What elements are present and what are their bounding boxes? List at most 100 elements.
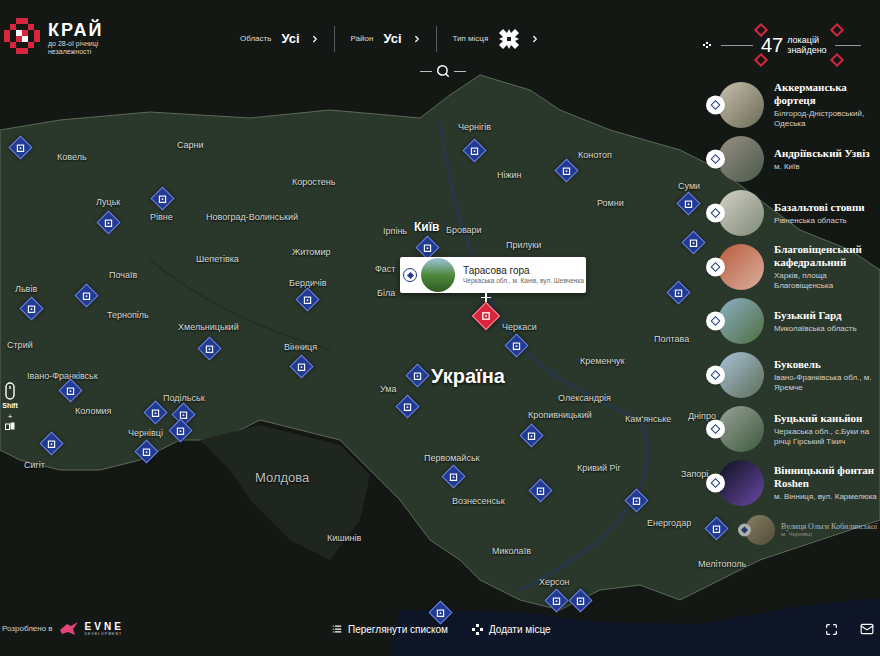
city-label: Черкаси <box>502 322 537 332</box>
location-item[interactable]: Буцький каньйонЧеркаська обл., с.Буки на… <box>700 402 880 456</box>
place-icon <box>712 524 720 532</box>
location-subtitle: Миколаївська область <box>774 324 857 334</box>
place-icon <box>449 472 457 480</box>
location-popup[interactable]: Тарасова гораЧеркаська обл., м. Канів, в… <box>400 257 586 293</box>
counter-label: знайдено <box>787 45 826 55</box>
place-icon <box>423 243 431 251</box>
add-place-button[interactable]: Додати місце <box>472 622 551 637</box>
city-label: Сигіт <box>24 460 45 470</box>
neighbour-label: Молдова <box>255 468 309 488</box>
location-item[interactable]: Базальтові стовпи Рівненська область <box>700 186 880 240</box>
city-label: Кам'янське <box>625 414 671 424</box>
city-label: Херсон <box>539 577 570 587</box>
location-type-icon <box>706 258 725 277</box>
fullscreen-icon[interactable] <box>825 623 838 636</box>
place-icon <box>47 439 55 447</box>
filter-value: Усі <box>383 29 401 49</box>
location-item[interactable]: Вінницький фонтан Roshenм. Вінниця, вул.… <box>700 456 880 510</box>
location-title: Вулиця Ольги Кобилянської <box>781 522 877 531</box>
location-item[interactable]: Вулиця Ольги Кобилянськоїм. Чернівці <box>700 510 880 550</box>
city-label: Ковель <box>57 152 87 162</box>
add-dots-icon <box>472 624 483 635</box>
location-item[interactable]: Аккерманська фортецяБілгород-Дністровськ… <box>700 78 880 132</box>
mail-icon[interactable] <box>860 622 874 636</box>
location-title: Аккерманська фортеця <box>774 81 878 107</box>
footer: Розроблено вEVNEDEVELOPMENTПереглянути с… <box>0 614 880 644</box>
location-subtitle: м. Київ <box>774 162 870 172</box>
filter[interactable]: РайонУсі <box>351 29 436 49</box>
app: УкраїнаМолдоваЧернігівКонотопНіжинСарниК… <box>0 0 880 656</box>
place-icon <box>104 218 112 226</box>
location-type-icon <box>706 312 725 331</box>
logo-title: КРАЙ <box>48 20 103 40</box>
popup-pointer-tick <box>481 297 491 298</box>
city-label: Ірпінь <box>383 226 407 236</box>
location-item[interactable]: Благовіщенський кафедральнийХарків, площ… <box>700 240 880 294</box>
location-title: Базальтові стовпи <box>774 201 865 214</box>
place-icon <box>158 194 166 202</box>
place-icon <box>297 362 305 370</box>
place-icon <box>562 166 570 174</box>
credit-label: Розроблено в <box>2 623 53 635</box>
city-label: Житомир <box>292 247 331 257</box>
city-label: Кропивницький <box>528 410 592 420</box>
filter[interactable]: Тип місця <box>453 28 555 50</box>
filter-label: Тип місця <box>453 33 489 45</box>
place-icon <box>552 596 560 604</box>
place-icon <box>632 496 640 504</box>
counter: 47локаційзнайдено <box>703 22 861 68</box>
evne-bird-icon <box>59 621 79 637</box>
location-title: Буковель <box>774 358 878 371</box>
location-title: Благовіщенський кафедральний <box>774 243 878 269</box>
arrows-icon <box>703 40 713 50</box>
logo[interactable]: КРАЙдо 28-ої річницінезалежності <box>4 18 204 56</box>
filter-label: Область <box>240 33 271 45</box>
city-label: Кривий Ріг <box>577 463 621 473</box>
city-label: Первомайськ <box>424 453 480 463</box>
location-item[interactable]: Бузький Гард Миколаївська область <box>700 294 880 348</box>
city-label: Ума <box>380 384 397 394</box>
country-label: Україна <box>431 361 505 391</box>
city-label: Кишинів <box>327 533 361 543</box>
search-icon[interactable] <box>436 64 450 78</box>
list-view-button[interactable]: Переглянути списком <box>332 622 448 637</box>
place-icon <box>689 238 697 246</box>
mouse-icon <box>5 382 15 400</box>
location-item[interactable]: Андріївський Узвізм. Київ <box>700 132 880 186</box>
location-item[interactable]: БуковельІвано-Франківська обл., м. Яремч… <box>700 348 880 402</box>
place-icon <box>16 143 24 151</box>
city-label: Фаст <box>375 264 395 274</box>
place-icon <box>142 447 150 455</box>
location-title: Бузький Гард <box>774 309 857 322</box>
city-label: Почаїв <box>109 270 137 280</box>
city-label: Ромни <box>597 198 624 208</box>
location-subtitle: Рівненська область <box>774 216 865 226</box>
city-label: Запорі <box>681 469 708 479</box>
place-icon <box>482 312 490 320</box>
location-subtitle: Харків, площа Благовіщенська <box>774 271 878 291</box>
logo-ornament-icon <box>4 18 40 54</box>
city-label: Луцьк <box>96 197 120 207</box>
location-type-icon <box>706 366 725 385</box>
place-icon <box>205 344 213 352</box>
city-label: Сарни <box>177 140 204 150</box>
search[interactable] <box>420 64 466 78</box>
city-label: Мелітополь <box>698 559 746 569</box>
city-label: Львів <box>15 284 37 294</box>
place-icon <box>684 199 692 207</box>
credit[interactable]: Розроблено вEVNEDEVELOPMENT <box>2 621 332 637</box>
place-icon <box>82 291 90 299</box>
location-subtitle: Білгород-Дністровський, Одеська <box>774 109 878 129</box>
filters: ОбластьУсіРайонУсіТип місця <box>240 26 554 52</box>
popup-photo <box>421 258 455 292</box>
city-label: Олександрія <box>558 393 611 403</box>
place-icon <box>470 146 478 154</box>
place-icon <box>66 386 74 394</box>
city-label: Полтава <box>654 334 689 344</box>
filter[interactable]: Область Усі <box>240 29 334 49</box>
city-label: Біла <box>377 288 395 298</box>
location-subtitle: м. Вінниця, вул. Кармелюка <box>774 492 878 502</box>
city-label: Вознесенськ <box>452 496 505 506</box>
filter-value: Усі <box>281 29 299 49</box>
city-label: Івано-Франківськ <box>27 371 98 381</box>
